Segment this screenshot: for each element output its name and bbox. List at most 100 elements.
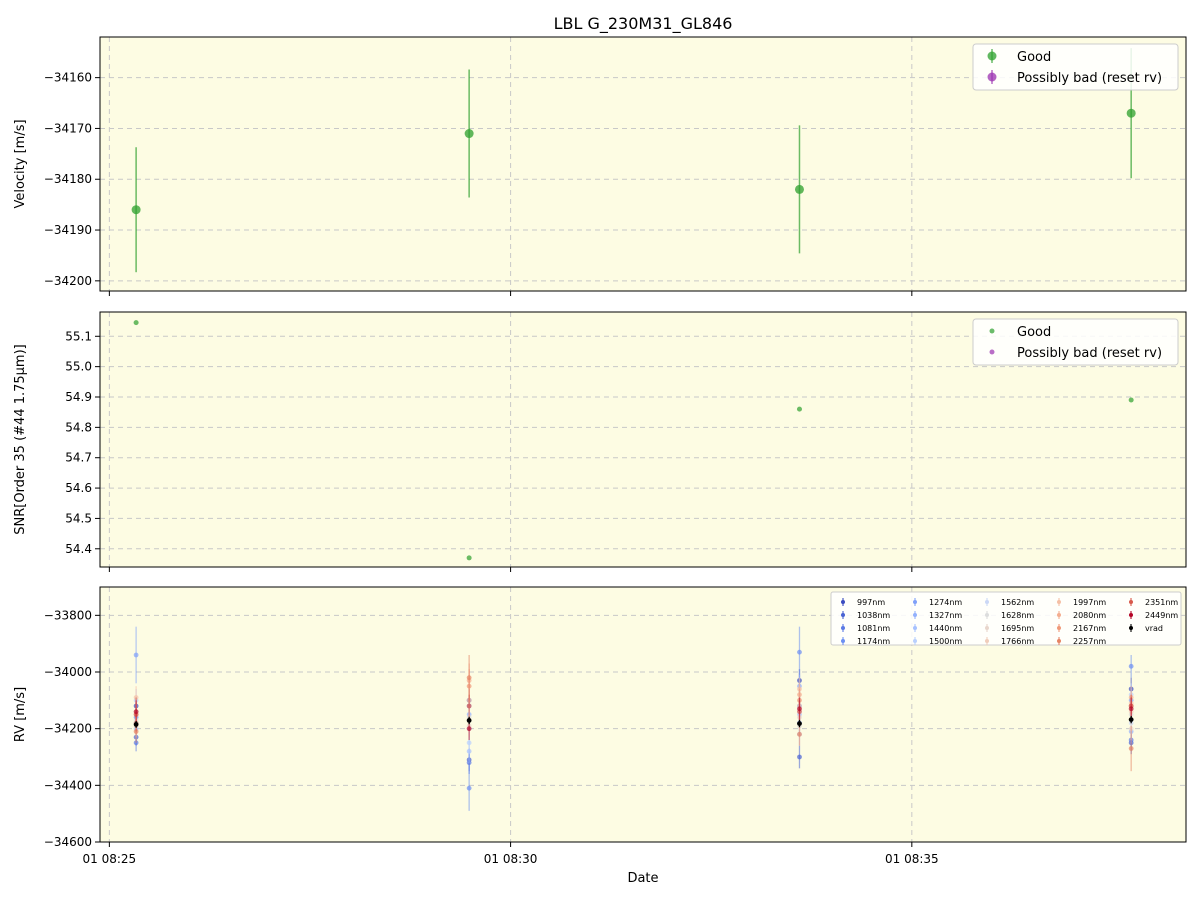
- legend-label: 1562nm: [1001, 598, 1034, 607]
- legend-marker: [1057, 639, 1061, 643]
- x-tick-label: 01 08:35: [885, 852, 939, 866]
- legend: Good Possibly bad (reset rv): [972, 318, 1179, 366]
- legend-label: Possibly bad (reset rv): [1017, 71, 1162, 86]
- legend-label: 2080nm: [1073, 611, 1106, 620]
- y-tick-label: −34170: [44, 121, 92, 135]
- legend-marker: [841, 639, 845, 643]
- legend-marker: [1129, 626, 1133, 630]
- legend-marker: [989, 349, 995, 355]
- legend-marker: [841, 600, 845, 604]
- legend-label: Good: [1017, 325, 1051, 340]
- legend-marker: [985, 613, 989, 617]
- legend-label: 2167nm: [1073, 624, 1106, 633]
- legend-label: 1174nm: [857, 637, 890, 646]
- legend-marker: [1129, 613, 1133, 617]
- data-point: [131, 205, 141, 215]
- legend-label: 1997nm: [1073, 598, 1106, 607]
- data-point: [1126, 108, 1136, 118]
- legend-marker: [987, 51, 997, 61]
- snr-panel: 54.4 54.5 54.6 54.7 54.8 54.9 55.0 55.1 SNR[Orde…: [13, 311, 1187, 572]
- legend-marker: [987, 72, 997, 82]
- legend-marker: [1057, 626, 1061, 630]
- y-axis-label: Velocity [m/s]: [13, 119, 28, 208]
- legend-marker: [913, 639, 917, 643]
- data-point: [797, 721, 802, 726]
- legend-label: 1081nm: [857, 624, 890, 633]
- legend-marker: [985, 639, 989, 643]
- data-point: [133, 709, 139, 715]
- data-point: [1128, 663, 1134, 669]
- legend-label: 2351nm: [1145, 598, 1178, 607]
- data-point: [1128, 717, 1134, 722]
- data-point: [466, 718, 472, 723]
- data-point: [1128, 397, 1134, 403]
- y-tick-label: 54.8: [65, 420, 92, 434]
- data-point: [794, 184, 804, 194]
- legend-marker: [913, 600, 917, 604]
- x-tick-label: 01 08:25: [83, 852, 137, 866]
- data-point: [796, 406, 802, 412]
- y-tick-label: 54.4: [65, 542, 92, 556]
- legend-label: 1274nm: [929, 598, 962, 607]
- data-point: [133, 652, 139, 658]
- y-tick-label: −34200: [44, 722, 92, 736]
- legend-label: 1327nm: [929, 611, 962, 620]
- legend-marker: [841, 626, 845, 630]
- y-tick-label: 54.9: [65, 390, 92, 404]
- y-tick-label: −33800: [44, 608, 92, 622]
- legend-marker: [1129, 600, 1133, 604]
- chart-title: LBL G_230M31_GL846: [554, 14, 733, 34]
- data-point: [797, 706, 802, 712]
- data-point: [1128, 706, 1134, 712]
- legend-label: 1628nm: [1001, 611, 1034, 620]
- legend-marker: [1057, 600, 1061, 604]
- figure: LBL G_230M31_GL846 −34200−34190−34180−34…: [13, 14, 1187, 886]
- y-tick-label: −34400: [44, 778, 92, 792]
- y-tick-label: −34190: [44, 223, 92, 237]
- legend-marker: [913, 626, 917, 630]
- legend-marker: [913, 613, 917, 617]
- legend-label: Good: [1017, 50, 1051, 65]
- data-point: [133, 722, 139, 727]
- data-point: [797, 754, 802, 760]
- y-tick-label: −34180: [44, 172, 92, 186]
- legend-label: 1695nm: [1001, 624, 1034, 633]
- y-tick-label: −34160: [44, 71, 92, 85]
- legend-label: 1500nm: [929, 637, 962, 646]
- y-tick-label: 55.0: [65, 360, 92, 374]
- legend-label: 1038nm: [857, 611, 890, 620]
- data-point: [797, 731, 802, 737]
- legend-marker: [985, 600, 989, 604]
- legend: Good Possibly bad (reset rv): [972, 43, 1179, 91]
- legend-label: 1766nm: [1001, 637, 1034, 646]
- legend-marker: [1057, 613, 1061, 617]
- y-tick-label: −34200: [44, 274, 92, 288]
- data-point: [466, 740, 472, 746]
- legend-label: 997nm: [857, 598, 885, 607]
- y-axis-label: SNR[Order 35 (#44 1.75μm)]: [13, 344, 28, 535]
- legend-label: 2449nm: [1145, 611, 1178, 620]
- legend-marker: [985, 626, 989, 630]
- y-tick-label: 54.6: [65, 481, 92, 495]
- data-point: [466, 726, 472, 732]
- y-axis-label: RV [m/s]: [13, 687, 28, 742]
- data-point: [466, 675, 472, 681]
- legend: 997nm 1038nm 1081nm 1174nm 1274nm 1327nm 1440n…: [830, 591, 1182, 646]
- data-point: [1128, 746, 1134, 751]
- legend-label: 1440nm: [929, 624, 962, 633]
- legend-marker: [989, 328, 995, 334]
- legend-label: vrad: [1145, 624, 1163, 633]
- data-point: [797, 649, 802, 655]
- data-point: [466, 785, 472, 791]
- x-axis-label: Date: [627, 871, 658, 886]
- legend-label: Possibly bad (reset rv): [1017, 346, 1162, 361]
- y-tick-label: 55.1: [65, 329, 92, 343]
- data-point: [464, 129, 474, 139]
- y-tick-label: −34600: [44, 835, 92, 849]
- data-point: [466, 555, 472, 561]
- y-tick-label: 54.7: [65, 451, 92, 465]
- y-tick-label: −34000: [44, 665, 92, 679]
- velocity-panel: −34200 −34190 −34180 −34170 −34160 Velocity […: [13, 36, 1187, 296]
- data-point: [133, 320, 139, 326]
- legend-label: 2257nm: [1073, 637, 1106, 646]
